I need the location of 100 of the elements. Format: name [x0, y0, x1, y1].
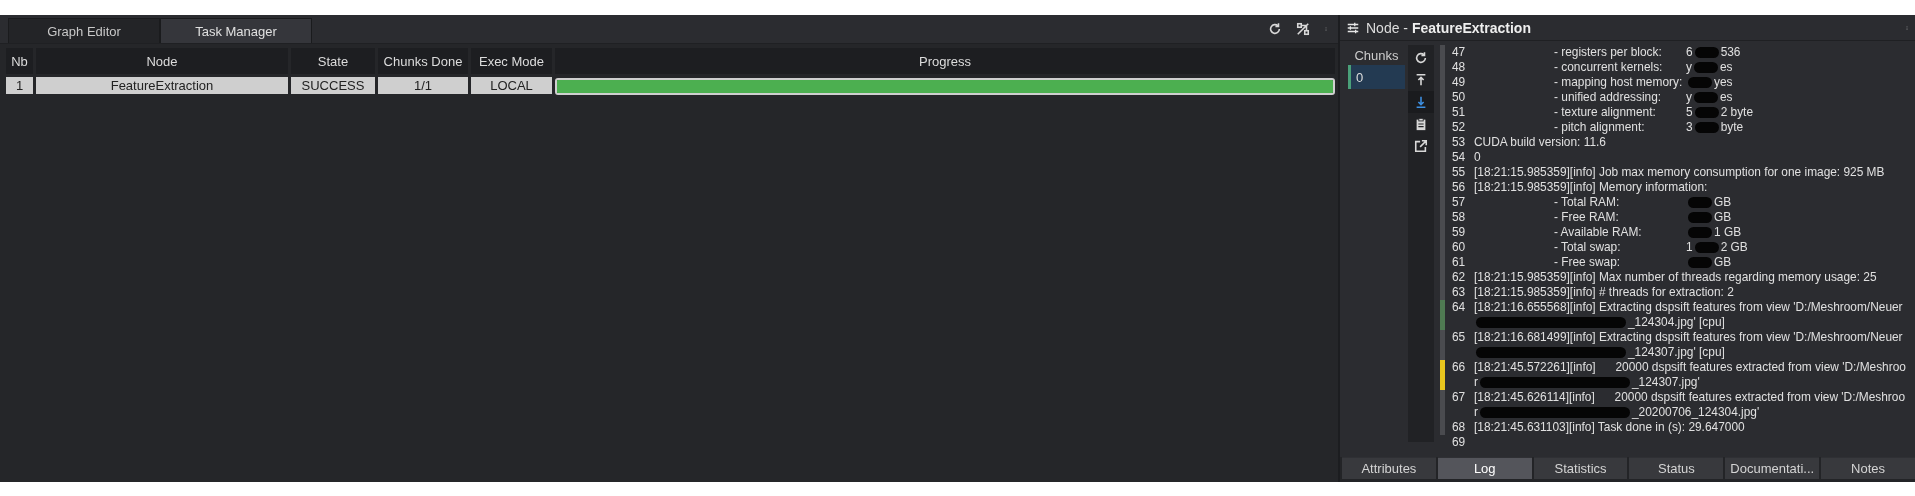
- line-number: 49: [1452, 75, 1467, 90]
- column-header: Node: [36, 48, 288, 74]
- log-text: GB: [1714, 255, 1732, 270]
- log-text: - unified addressing:: [1554, 90, 1663, 105]
- redaction-mark: [1688, 77, 1712, 88]
- table-cell: LOCAL: [471, 77, 552, 94]
- log-text: - Total RAM:: [1554, 195, 1621, 210]
- log-text: - concurrent kernels:: [1554, 60, 1664, 75]
- log-text: es: [1719, 60, 1733, 75]
- line-number: 55: [1452, 165, 1467, 180]
- tab[interactable]: Task Manager: [160, 18, 312, 43]
- line-number: 48: [1452, 60, 1467, 75]
- log-text: [18:21:16.655568][info] Extracting dspsift features from view 'D:/Meshroom/Neuer: [1474, 300, 1903, 315]
- tab[interactable]: Log: [1437, 457, 1532, 479]
- tab[interactable]: Documentati...: [1725, 457, 1820, 479]
- column-header: Chunks Done: [378, 48, 468, 74]
- log-text: r: [1474, 375, 1478, 390]
- redaction-mark: [1688, 197, 1712, 208]
- log-text: 1 GB: [1714, 225, 1742, 240]
- clipboard-icon: [1414, 117, 1428, 131]
- line-number: 50: [1452, 90, 1467, 105]
- redaction-mark: [1688, 227, 1712, 238]
- panel-title: Node - FeatureExtraction: [1366, 19, 1531, 36]
- log-text: 5: [1686, 105, 1693, 120]
- log-text: - Free swap:: [1554, 255, 1622, 270]
- refresh-icon: [1268, 22, 1282, 36]
- log-text: 6: [1686, 45, 1693, 60]
- external-link-icon: [1414, 139, 1428, 153]
- line-number: 53: [1452, 135, 1467, 150]
- tab[interactable]: Graph Editor: [8, 18, 160, 43]
- column-header: State: [291, 48, 375, 74]
- log-text: CUDA build version: 11.6: [1474, 135, 1606, 150]
- log-text: 536: [1720, 45, 1741, 60]
- log-text: es: [1719, 90, 1733, 105]
- line-number: 52: [1452, 120, 1467, 135]
- log-text: - mapping host memory:: [1554, 75, 1684, 90]
- log-text: 0: [1474, 150, 1481, 165]
- column-header: Exec Mode: [471, 48, 552, 74]
- log-text: - texture alignment:: [1554, 105, 1657, 120]
- tab[interactable]: Statistics: [1533, 457, 1628, 479]
- line-number: 57: [1452, 195, 1467, 210]
- log-text: byte: [1720, 120, 1744, 135]
- log-text: _20200706_124304.jpg': [1631, 405, 1760, 420]
- log-text: yes: [1714, 75, 1733, 90]
- redaction-mark: [1694, 242, 1719, 253]
- tab[interactable]: Notes: [1821, 457, 1915, 479]
- scroll-top-icon: [1414, 73, 1428, 87]
- log-text: 1: [1686, 240, 1693, 255]
- line-number: 63: [1452, 285, 1467, 300]
- redaction-mark: [1694, 122, 1719, 133]
- scroll-bottom-icon: [1414, 95, 1428, 109]
- log-tool-button[interactable]: [1408, 91, 1434, 113]
- log-text: - registers per block:: [1554, 45, 1663, 60]
- table-cell: FeatureExtraction: [36, 77, 288, 94]
- refresh-button[interactable]: [1268, 22, 1282, 36]
- log-text: r: [1474, 405, 1478, 420]
- log-text: [18:21:15.985359][info] Max number of threads regarding memory usage: 25: [1474, 270, 1877, 285]
- log-text: [18:21:15.985359][info] Memory information:: [1474, 180, 1708, 195]
- line-number: 54: [1452, 150, 1467, 165]
- log-text: [18:21:45.626114][info] 20000 dspsift features extracted from view 'D:/Meshroo: [1474, 390, 1905, 405]
- sliders-icon: [1346, 20, 1360, 35]
- log-text: [18:21:16.681499][info] Extracting dspsift features from view 'D:/Meshroom/Neuer: [1474, 330, 1903, 345]
- log-text: 2 byte: [1720, 105, 1754, 120]
- log-text: - Free RAM:: [1554, 210, 1620, 225]
- log-text: - Total swap:: [1554, 240, 1622, 255]
- table-cell: 1/1: [378, 77, 468, 94]
- redaction-mark: [1688, 257, 1712, 268]
- table-cell: 1: [6, 77, 33, 94]
- chunk-item[interactable]: 0: [1348, 65, 1405, 89]
- crossed-node-icon: [1296, 22, 1310, 36]
- tab[interactable]: Status: [1629, 457, 1724, 479]
- log-text: 2 GB: [1720, 240, 1748, 255]
- column-header: Nb: [6, 48, 33, 74]
- redaction-mark: [1693, 92, 1718, 103]
- column-header: Progress: [555, 48, 1335, 74]
- refresh-icon: [1414, 51, 1428, 65]
- line-number: 61: [1452, 255, 1467, 270]
- log-text: GB: [1714, 210, 1732, 225]
- line-number: 66: [1452, 360, 1467, 375]
- line-number: 60: [1452, 240, 1467, 255]
- line-number: 56: [1452, 180, 1467, 195]
- chunks-header: Chunks: [1353, 46, 1400, 65]
- log-text: y: [1686, 90, 1692, 105]
- tab[interactable]: Attributes: [1342, 457, 1436, 479]
- line-number: 64: [1452, 300, 1467, 315]
- log-text: y: [1686, 60, 1692, 75]
- line-number: 67: [1452, 390, 1467, 405]
- redaction-mark: [1694, 107, 1719, 118]
- line-number: 65: [1452, 330, 1467, 345]
- redaction-mark: [1693, 62, 1718, 73]
- line-number: 62: [1452, 270, 1467, 285]
- log-text: 3: [1686, 120, 1693, 135]
- line-number: 68: [1452, 420, 1467, 435]
- log-text: [18:21:15.985359][info] Job max memory consumption for one image: 925 MB: [1474, 165, 1885, 180]
- node-toggle-button[interactable]: [1296, 22, 1310, 36]
- log-text: [18:21:45.631103][info] Task done in (s): 29.647000: [1474, 420, 1745, 435]
- line-number: 58: [1452, 210, 1467, 225]
- log-text: _124304.jpg' [cpu]: [1628, 315, 1725, 330]
- log-text: _124307.jpg': [1631, 375, 1700, 390]
- redaction-mark: [1694, 47, 1719, 58]
